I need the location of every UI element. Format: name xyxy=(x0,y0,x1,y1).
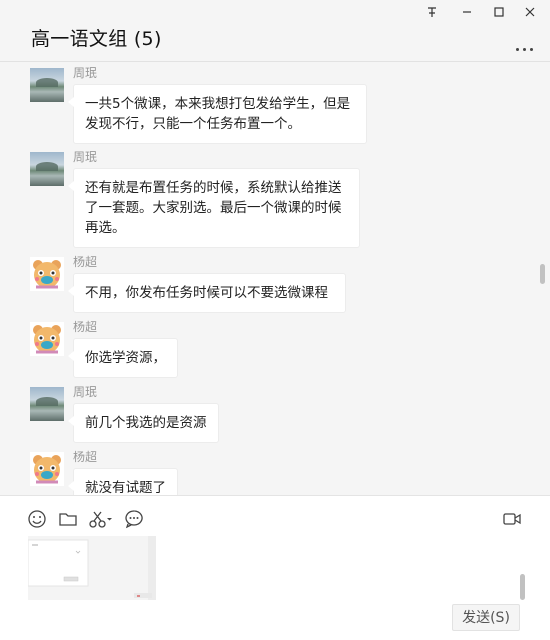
title-bar: 高一语文组 (5) xyxy=(0,0,550,62)
message-bubble[interactable]: 不用，你发布任务时候可以不要选微课程 xyxy=(68,273,346,313)
avatar[interactable] xyxy=(30,68,64,102)
message-bubble[interactable]: 你选学资源， xyxy=(68,338,178,378)
chat-scrollbar[interactable] xyxy=(540,264,545,284)
maximize-button[interactable] xyxy=(488,6,510,22)
message-composer: 发送(S) xyxy=(0,495,550,640)
avatar[interactable] xyxy=(30,152,64,186)
close-button[interactable] xyxy=(519,6,541,22)
sender-name: 周珉 xyxy=(73,66,98,80)
pasted-image-preview[interactable] xyxy=(27,536,156,600)
sender-name: 杨超 xyxy=(73,450,98,464)
sender-name: 周珉 xyxy=(73,150,98,164)
input-scrollbar[interactable] xyxy=(520,574,525,600)
sender-name: 杨超 xyxy=(73,320,98,334)
send-button[interactable]: 发送(S) xyxy=(452,604,520,631)
chat-title: 高一语文组 (5) xyxy=(31,28,162,50)
sender-name: 杨超 xyxy=(73,255,98,269)
message-bubble[interactable]: 就没有试题了 xyxy=(68,468,178,495)
message-bubble[interactable]: 还有就是布置任务的时候，系统默认给推送了一套题。大家别选。最后一个微课的时候再选… xyxy=(68,168,360,248)
chat-history-icon[interactable] xyxy=(124,509,144,529)
minimize-button[interactable] xyxy=(456,6,478,22)
message-bubble[interactable]: 前几个我选的是资源 xyxy=(68,403,219,443)
message-list[interactable]: 周珉 一共5个微课，本来我想打包发给学生，但是发现不行，只能一个任务布置一个。 … xyxy=(0,62,550,495)
emoji-icon[interactable] xyxy=(27,509,47,529)
avatar[interactable] xyxy=(30,387,64,421)
more-options-icon[interactable] xyxy=(514,36,536,51)
sender-name: 周珉 xyxy=(73,385,98,399)
folder-icon[interactable] xyxy=(58,509,78,529)
avatar[interactable] xyxy=(30,322,64,356)
video-call-icon[interactable] xyxy=(502,509,522,529)
pin-icon[interactable] xyxy=(421,6,443,22)
message-bubble[interactable]: 一共5个微课，本来我想打包发给学生，但是发现不行，只能一个任务布置一个。 xyxy=(68,84,367,144)
avatar[interactable] xyxy=(30,257,64,291)
avatar[interactable] xyxy=(30,452,64,486)
scissors-icon[interactable] xyxy=(88,509,114,529)
